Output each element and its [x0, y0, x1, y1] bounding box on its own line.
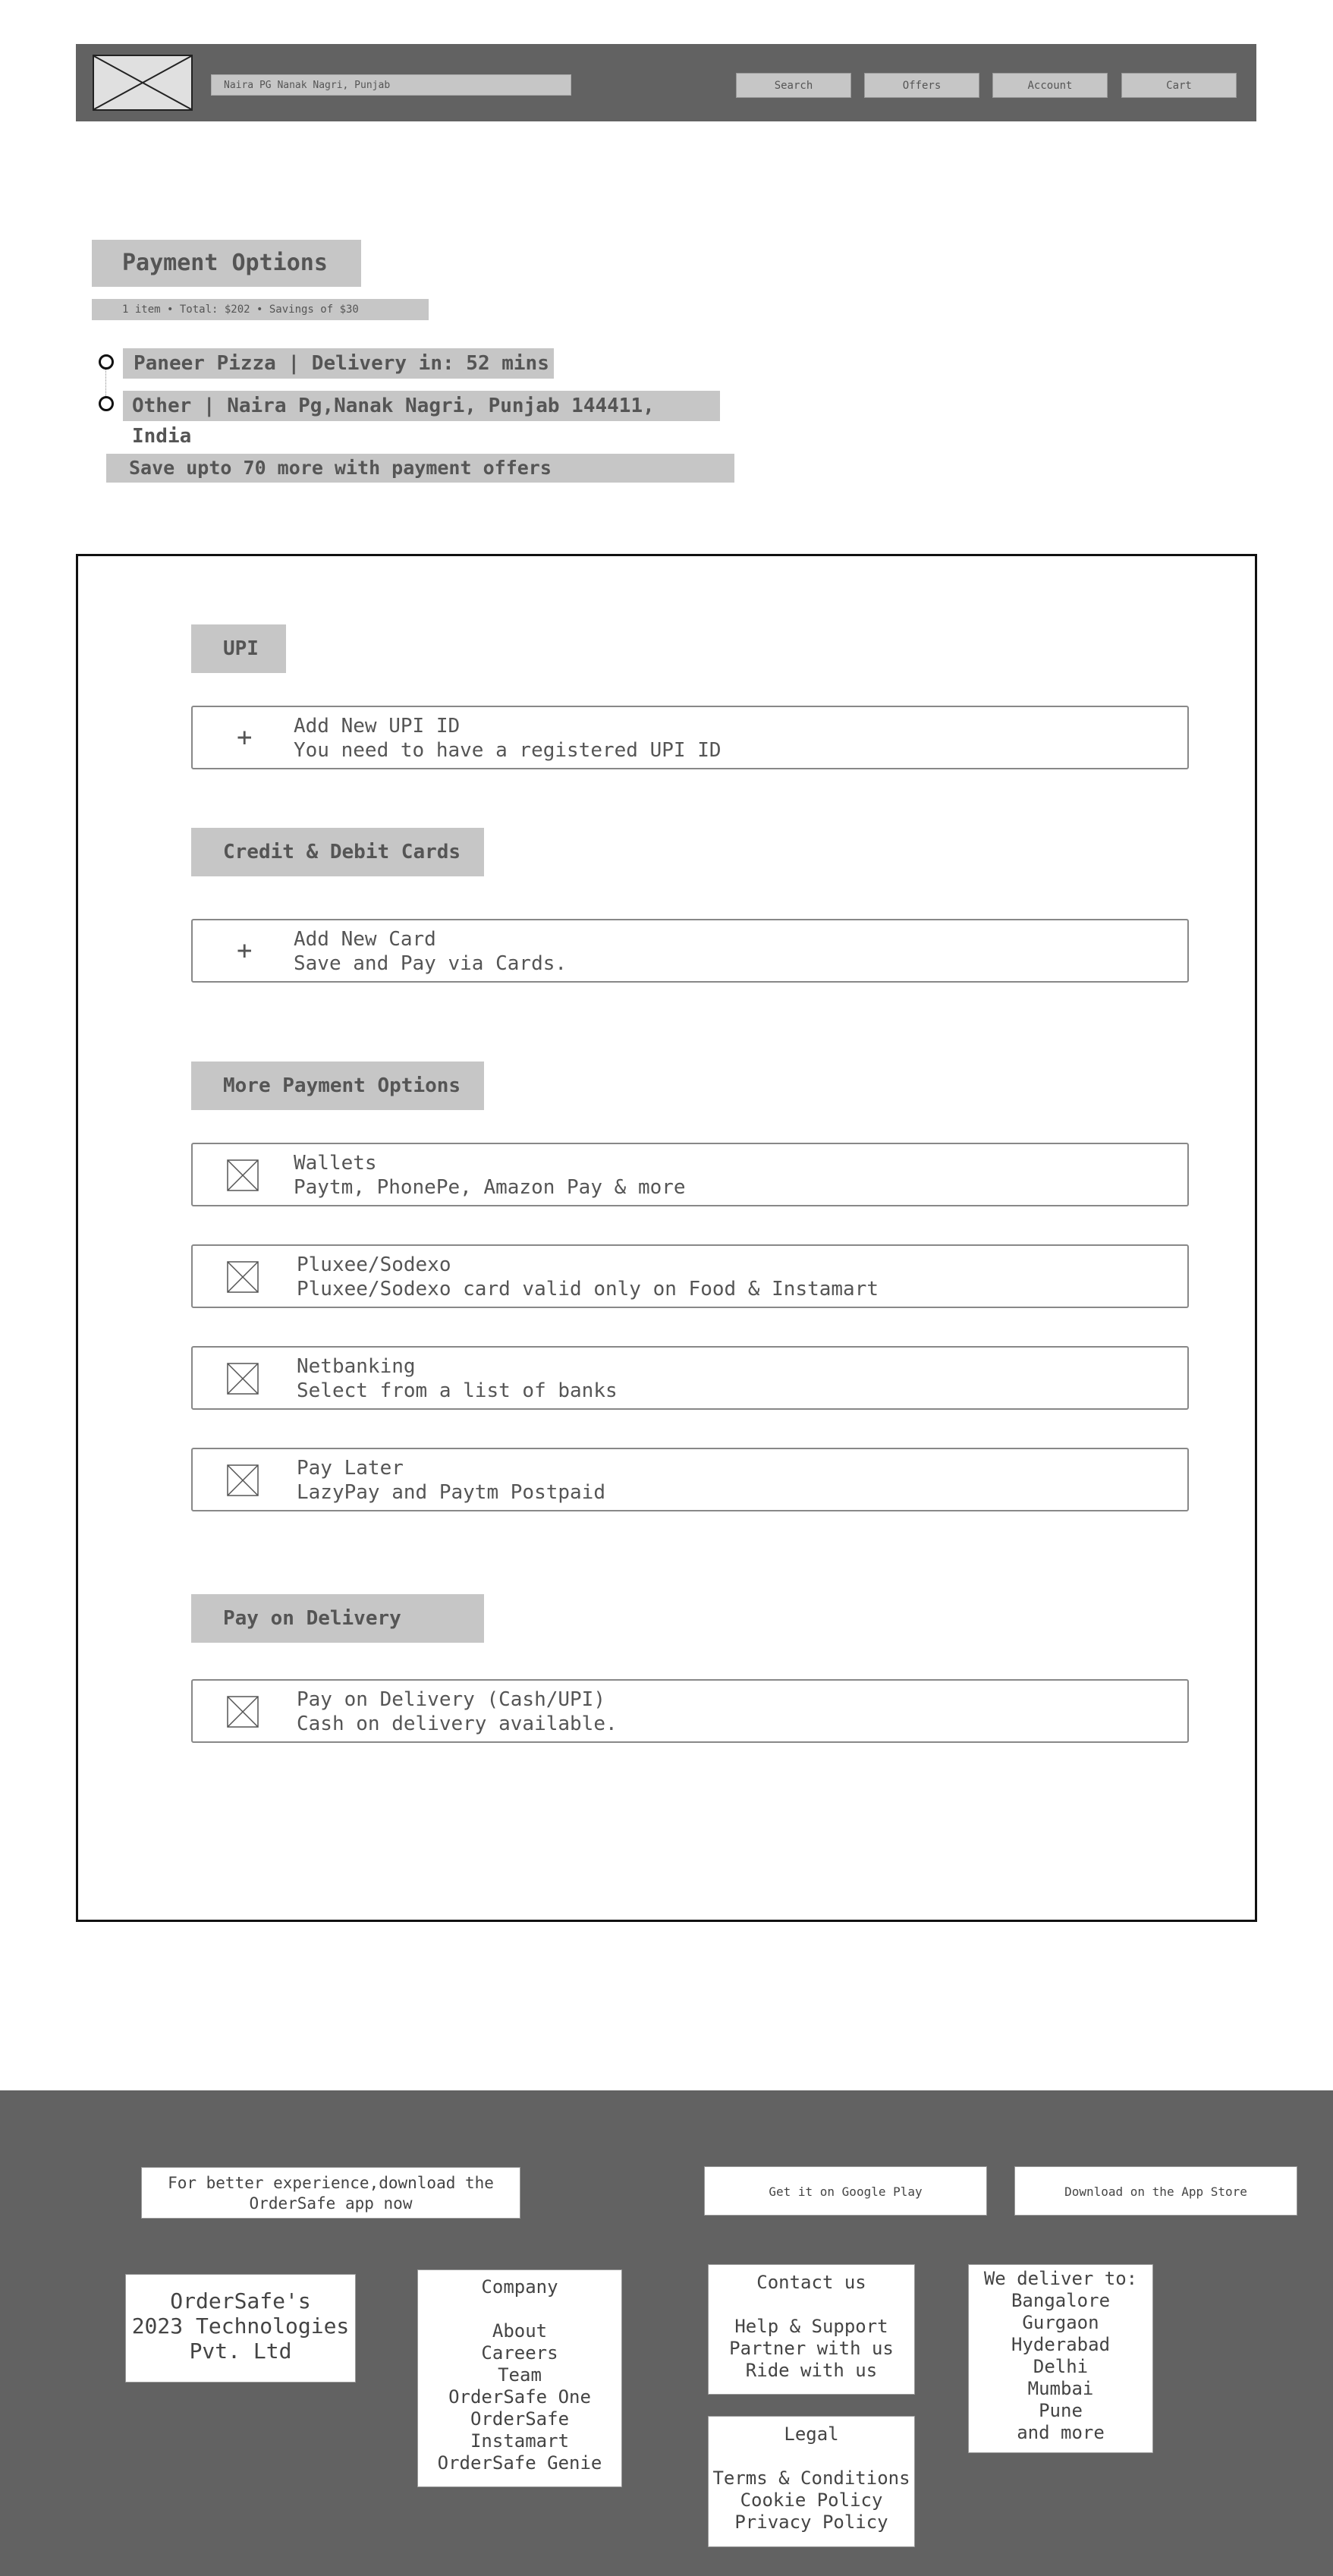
location-field[interactable]: Naira PG Nanak Nagri, Punjab [211, 74, 571, 96]
section-heading-more: More Payment Options [191, 1062, 484, 1110]
plus-icon: + [237, 936, 253, 966]
plus-icon: + [237, 722, 253, 753]
company-name-line: 2023 Technologies [131, 2313, 350, 2339]
footer-column-contact: Contact us Help & Support Partner with u… [708, 2264, 915, 2395]
footer-column-title: Legal [784, 2423, 839, 2445]
city-item: Hyderabad [1011, 2334, 1111, 2355]
image-placeholder-icon [94, 56, 191, 109]
footer-column-title: Company [481, 2276, 558, 2298]
order-summary: 1 item • Total: $202 • Savings of $30 [92, 299, 429, 320]
option-title: Wallets [294, 1152, 377, 1175]
logo-image-placeholder[interactable] [93, 55, 193, 111]
footer-link-partner[interactable]: Partner with us [709, 2338, 914, 2360]
pay-later-option[interactable]: Pay Later LazyPay and Paytm Postpaid [191, 1448, 1189, 1511]
footer-link-team[interactable]: Team [418, 2364, 621, 2386]
download-app-message: For better experience,download the Order… [141, 2167, 520, 2219]
footer-link-about[interactable]: About [418, 2320, 621, 2342]
footer-link-ordersafe-genie[interactable]: OrderSafe Genie [418, 2452, 621, 2474]
nav-search-button[interactable]: Search [736, 73, 851, 98]
option-title: Pay on Delivery (Cash/UPI) [297, 1688, 605, 1711]
footer-link-ordersafe-instamart[interactable]: OrderSafe Instamart [418, 2408, 621, 2452]
section-heading-upi: UPI [191, 624, 286, 673]
add-upi-option[interactable]: + Add New UPI ID You need to have a regi… [191, 706, 1189, 769]
company-name-block: OrderSafe's 2023 Technologies Pvt. Ltd [125, 2274, 356, 2383]
company-name-line: OrderSafe's [170, 2288, 311, 2313]
option-subtitle: Cash on delivery available. [297, 1713, 618, 1735]
netbanking-option[interactable]: Netbanking Select from a list of banks [191, 1346, 1189, 1410]
nav-account-button[interactable]: Account [992, 73, 1108, 98]
footer-column-title: We deliver to: [983, 2268, 1138, 2289]
image-placeholder-icon [227, 1363, 259, 1395]
footer-link-terms[interactable]: Terms & Conditions [709, 2467, 914, 2490]
restaurant-delivery-info: Paneer Pizza | Delivery in: 52 mins [123, 348, 554, 379]
section-heading-pay-on-delivery: Pay on Delivery [191, 1594, 484, 1643]
city-item: Delhi [1033, 2356, 1089, 2377]
option-title: Add New Card [294, 928, 436, 951]
footer-link-help-support[interactable]: Help & Support [709, 2316, 914, 2338]
city-item: Gurgaon [1022, 2312, 1099, 2333]
footer-column-company: Company About Careers Team OrderSafe One… [417, 2269, 622, 2487]
nav-offers-button[interactable]: Offers [864, 73, 979, 98]
google-play-button[interactable]: Get it on Google Play [704, 2166, 987, 2216]
city-item: Pune [1039, 2400, 1083, 2421]
option-title: Pay Later [297, 1457, 404, 1480]
site-footer: For better experience,download the Order… [0, 2090, 1333, 2576]
step-connector [105, 370, 106, 396]
image-placeholder-icon [227, 1464, 259, 1496]
step-dot-restaurant [99, 354, 114, 370]
company-name-line: Pvt. Ltd [189, 2339, 292, 2364]
option-subtitle: Save and Pay via Cards. [294, 952, 567, 975]
nav-cart-button[interactable]: Cart [1121, 73, 1237, 98]
sodexo-option[interactable]: Pluxee/Sodexo Pluxee/Sodexo card valid o… [191, 1244, 1189, 1308]
option-subtitle: Paytm, PhonePe, Amazon Pay & more [294, 1176, 686, 1199]
option-subtitle: You need to have a registered UPI ID [294, 739, 722, 762]
option-subtitle: LazyPay and Paytm Postpaid [297, 1481, 605, 1504]
footer-column-legal: Legal Terms & Conditions Cookie Policy P… [708, 2416, 915, 2547]
pay-on-delivery-option[interactable]: Pay on Delivery (Cash/UPI) Cash on deliv… [191, 1679, 1189, 1743]
option-title: Netbanking [297, 1355, 416, 1378]
footer-link-careers[interactable]: Careers [418, 2342, 621, 2364]
footer-link-privacy-policy[interactable]: Privacy Policy [709, 2512, 914, 2534]
top-header: Naira PG Nanak Nagri, Punjab Search Offe… [76, 44, 1256, 121]
image-placeholder-icon [227, 1159, 259, 1191]
option-subtitle: Select from a list of banks [297, 1379, 618, 1402]
download-message-line: OrderSafe app now [249, 2194, 413, 2213]
option-subtitle: Pluxee/Sodexo card valid only on Food & … [297, 1278, 879, 1301]
section-heading-cards: Credit & Debit Cards [191, 828, 484, 876]
payment-offers-banner[interactable]: Save upto 70 more with payment offers [106, 454, 734, 483]
option-title: Add New UPI ID [294, 715, 461, 738]
image-placeholder-icon [227, 1261, 259, 1293]
footer-link-cookie-policy[interactable]: Cookie Policy [709, 2490, 914, 2512]
footer-link-ride[interactable]: Ride with us [709, 2360, 914, 2382]
download-message-line: For better experience,download the [168, 2174, 494, 2192]
add-card-option[interactable]: + Add New Card Save and Pay via Cards. [191, 919, 1189, 983]
option-title: Pluxee/Sodexo [297, 1253, 451, 1276]
delivery-address: Other | Naira Pg,Nanak Nagri, Punjab 144… [123, 391, 720, 448]
footer-column-deliver: We deliver to: Bangalore Gurgaon Hyderab… [968, 2264, 1153, 2453]
city-item: Mumbai [1027, 2378, 1094, 2399]
step-dot-address [99, 396, 114, 411]
wallets-option[interactable]: Wallets Paytm, PhonePe, Amazon Pay & mor… [191, 1143, 1189, 1206]
city-item: Bangalore [1011, 2290, 1111, 2311]
city-item: and more [1017, 2422, 1105, 2443]
footer-link-ordersafe-one[interactable]: OrderSafe One [418, 2386, 621, 2408]
image-placeholder-icon [227, 1696, 259, 1728]
footer-column-title: Contact us [756, 2272, 866, 2293]
app-store-button[interactable]: Download on the App Store [1014, 2166, 1297, 2216]
payment-options-panel: UPI + Add New UPI ID You need to have a … [76, 554, 1257, 1922]
page-title: Payment Options [92, 240, 361, 287]
